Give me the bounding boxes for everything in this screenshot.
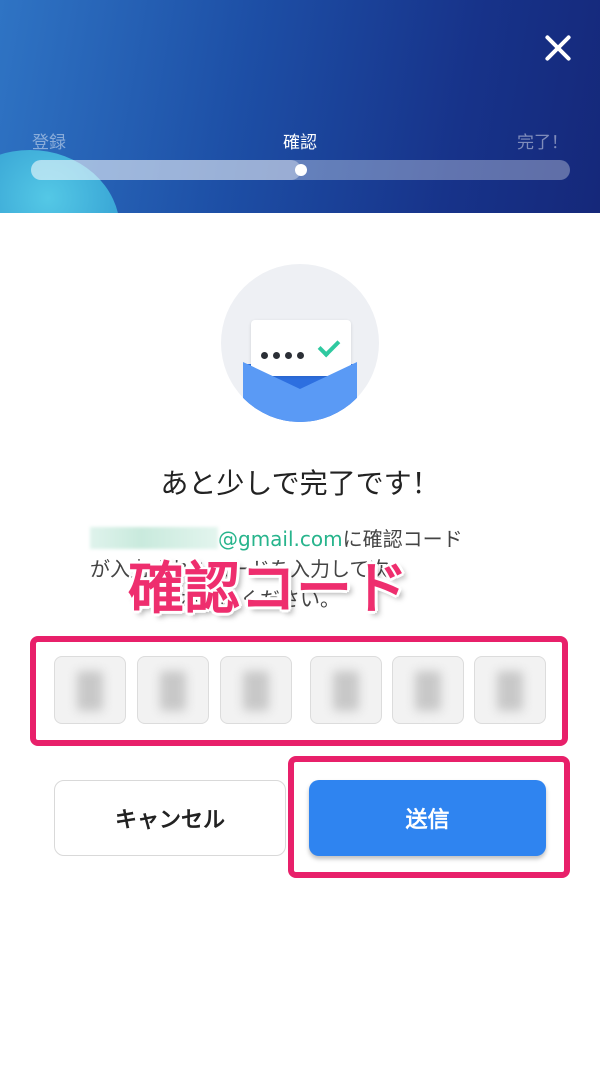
close-icon[interactable] [538, 28, 578, 68]
cancel-button[interactable]: キャンセル [54, 780, 286, 856]
envelope-code-icon [221, 264, 379, 422]
step-confirm: 確認 [283, 133, 317, 153]
check-icon [317, 334, 341, 358]
annotation-box-send [288, 756, 570, 878]
progress-bar [31, 160, 570, 180]
password-dots-icon [261, 344, 309, 363]
progress-fill [31, 160, 301, 180]
annotation-box-code [30, 636, 568, 746]
annotation-label: 確認コード [128, 557, 408, 622]
code-card [251, 320, 351, 376]
header-banner: 登録 確認 完了！ [0, 0, 600, 213]
progress-knob [294, 164, 307, 176]
page-title: あと少しで完了です！ [160, 467, 440, 500]
step-complete: 完了！ [517, 133, 568, 153]
step-register: 登録 [32, 133, 66, 153]
